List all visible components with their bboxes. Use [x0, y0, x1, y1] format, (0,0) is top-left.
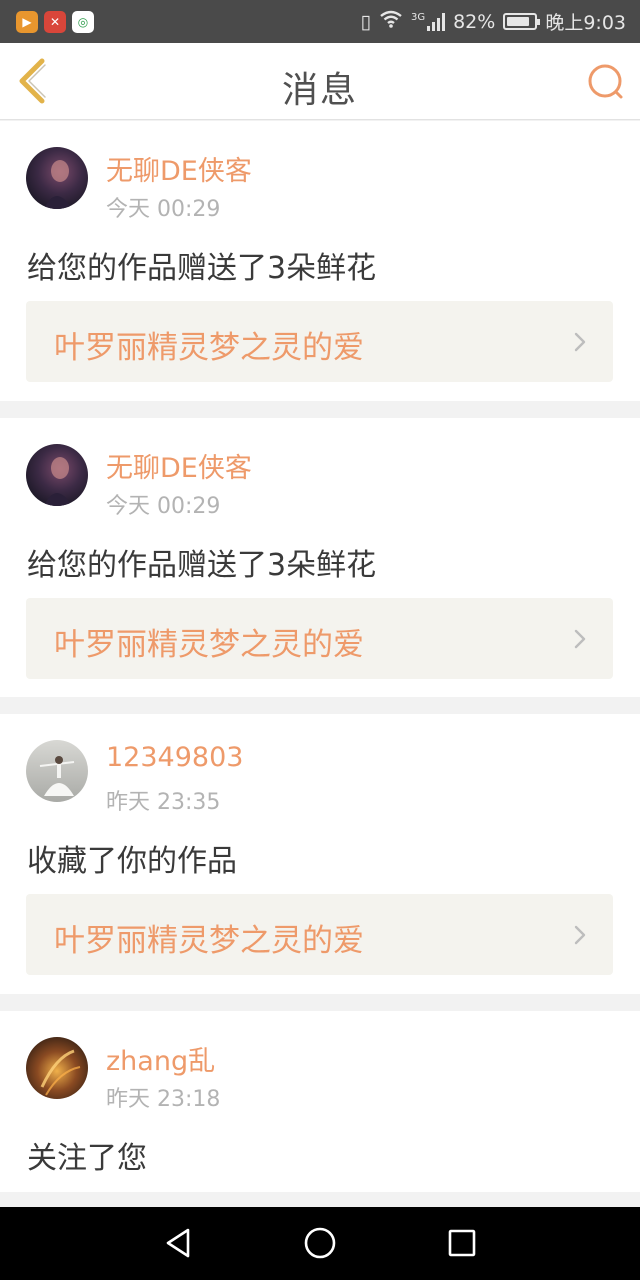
video-app-notification-icon: ▶: [16, 10, 38, 33]
work-title: 叶罗丽精灵梦之灵的爱: [54, 627, 364, 663]
message-text: 给您的作品赠送了3朵鲜花: [27, 251, 377, 286]
work-link[interactable]: 叶罗丽精灵梦之灵的爱: [26, 894, 613, 975]
message-text: 收藏了你的作品: [27, 844, 237, 879]
username[interactable]: 无聊DE侠客: [106, 149, 252, 188]
battery-icon: [503, 13, 541, 30]
message-card: 无聊DE侠客 今天 00:29 给您的作品赠送了3朵鲜花 叶罗丽精灵梦之灵的爱: [0, 418, 640, 697]
chevron-right-icon: [574, 332, 586, 352]
work-title: 叶罗丽精灵梦之灵的爱: [54, 330, 364, 366]
circle-home-icon: [304, 1227, 336, 1259]
search-icon: [588, 64, 623, 99]
message-card: 无聊DE侠客 今天 00:29 给您的作品赠送了3朵鲜花 叶罗丽精灵梦之灵的爱: [0, 121, 640, 401]
message-text: 给您的作品赠送了3朵鲜花: [27, 548, 377, 583]
nav-back-button[interactable]: [160, 1225, 196, 1261]
nav-home-button[interactable]: [302, 1225, 338, 1261]
message-time: 今天 00:29: [106, 494, 221, 519]
username[interactable]: zhang乱: [106, 1039, 215, 1078]
square-recents-icon: [448, 1229, 476, 1257]
search-button[interactable]: [586, 62, 626, 102]
nav-recents-button[interactable]: [444, 1225, 480, 1261]
work-link[interactable]: 叶罗丽精灵梦之灵的爱: [26, 301, 613, 382]
chevron-right-icon: [574, 629, 586, 649]
avatar[interactable]: [26, 740, 88, 802]
system-status: ▯ 3G 82% 晚上9:03: [361, 8, 627, 35]
battery-percent: 82%: [453, 10, 496, 33]
username[interactable]: 无聊DE侠客: [106, 446, 252, 485]
network-type-label: 3G: [410, 11, 426, 23]
clock: 晚上9:03: [545, 12, 626, 34]
triangle-back-icon: [166, 1228, 190, 1258]
message-time: 昨天 23:35: [106, 790, 221, 815]
username[interactable]: 12349803: [106, 742, 243, 773]
chevron-right-icon: [574, 925, 586, 945]
work-title: 叶罗丽精灵梦之灵的爱: [54, 923, 364, 959]
avatar[interactable]: [26, 1037, 88, 1099]
message-card: 12349803 昨天 23:35 收藏了你的作品 叶罗丽精灵梦之灵的爱: [0, 714, 640, 994]
avatar[interactable]: [26, 147, 88, 209]
message-text: 关注了您: [27, 1141, 147, 1176]
status-bar: ▶ ✕ ◎ ▯ 3G 82% 晚上9:03: [0, 0, 640, 43]
notification-icons: ▶ ✕ ◎: [16, 10, 94, 33]
message-time: 昨天 23:18: [106, 1087, 221, 1112]
message-time: 今天 00:29: [106, 197, 221, 222]
game-app-notification-icon: ✕: [44, 10, 66, 33]
work-link[interactable]: 叶罗丽精灵梦之灵的爱: [26, 598, 613, 679]
signal-icon: [427, 12, 446, 31]
browser-app-notification-icon: ◎: [72, 10, 94, 33]
page-title: 消息: [281, 70, 358, 111]
vibrate-icon: ▯: [360, 10, 371, 33]
wifi-icon: [379, 10, 403, 33]
message-card: zhang乱 昨天 23:18 关注了您: [0, 1011, 640, 1192]
avatar[interactable]: [26, 444, 88, 506]
system-nav-bar: [0, 1207, 640, 1280]
header: 消息: [0, 43, 640, 120]
